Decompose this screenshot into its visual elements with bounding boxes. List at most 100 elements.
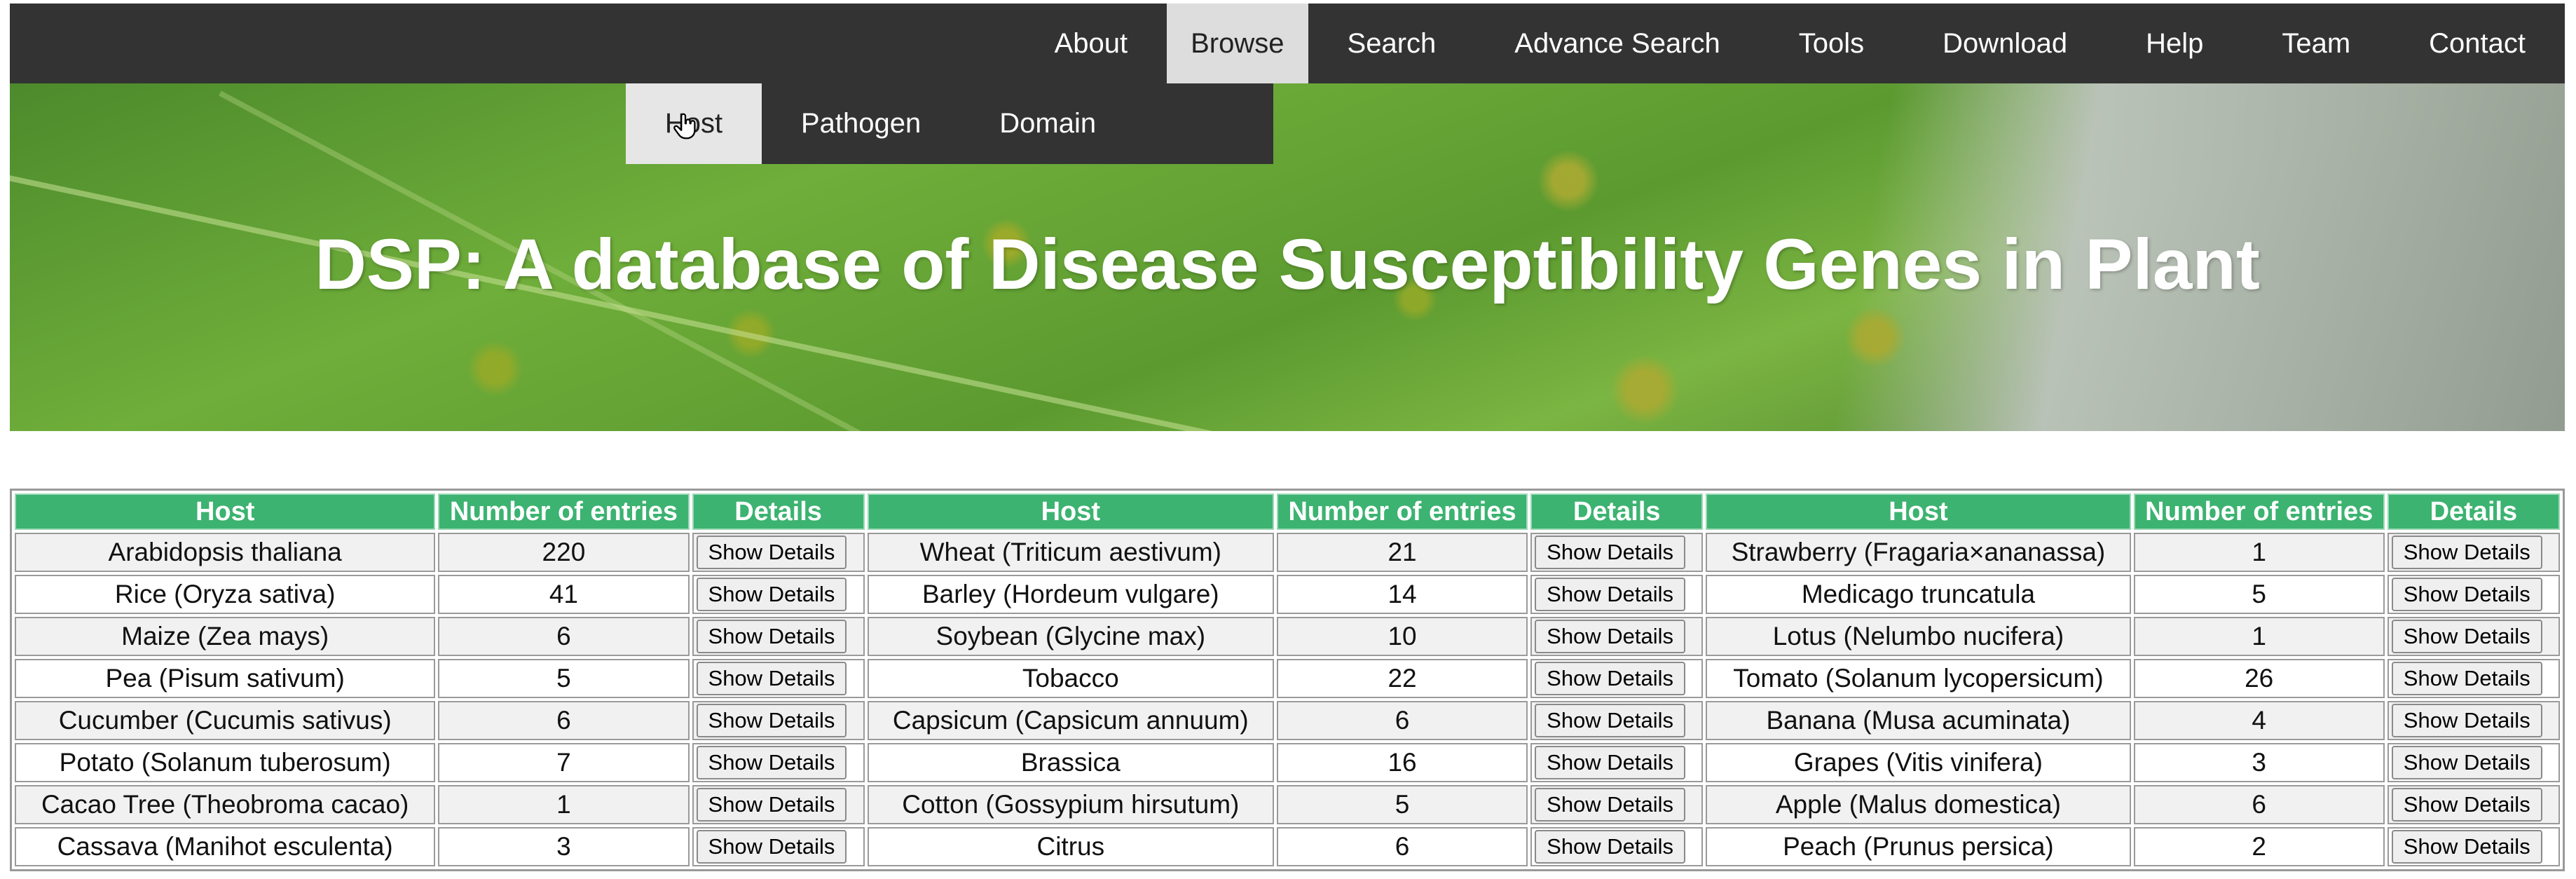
show-details-button[interactable]: Show Details [1535,788,1686,822]
details-cell: Show Details [1530,701,1704,740]
entry-count-cell: 10 [1276,617,1528,656]
table-row: Maize (Zea mays) 6 Show Details Soybean (Gl… [15,617,2560,656]
host-name-cell: Strawberry (Fragaria×ananassa) [1706,533,2131,572]
nav-item-tools[interactable]: Tools [1760,4,1903,83]
details-cell: Show Details [692,701,865,740]
nav-item-browse[interactable]: Browse [1167,4,1308,83]
details-cell: Show Details [1530,743,1704,782]
table-row: Cassava (Manihot esculenta) 3 Show Details… [15,827,2560,866]
entry-count-cell: 22 [1276,659,1528,698]
show-details-button[interactable]: Show Details [696,746,847,779]
show-details-button[interactable]: Show Details [1535,746,1686,779]
entry-count-cell: 6 [438,701,690,740]
show-details-button[interactable]: Show Details [696,620,847,653]
show-details-button[interactable]: Show Details [1535,704,1686,737]
host-name-cell: Potato (Solanum tuberosum) [15,743,436,782]
show-details-button[interactable]: Show Details [1535,620,1686,653]
entry-count-cell: 41 [438,575,690,614]
host-name-cell: Peach (Prunus persica) [1706,827,2131,866]
show-details-button[interactable]: Show Details [2391,620,2542,653]
details-cell: Show Details [692,659,865,698]
show-details-button[interactable]: Show Details [2391,536,2542,569]
show-details-button[interactable]: Show Details [2391,830,2542,864]
table-row: Cucumber (Cucumis sativus) 6 Show Details C… [15,701,2560,740]
host-name-cell: Tobacco [867,659,1274,698]
entry-count-cell: 7 [438,743,690,782]
host-name-cell: Grapes (Vitis vinifera) [1706,743,2131,782]
entry-count-cell: 26 [2133,659,2385,698]
dropdown-item-host[interactable]: Host [626,83,762,164]
entry-count-cell: 6 [438,617,690,656]
show-details-button[interactable]: Show Details [696,788,847,822]
entry-count-cell: 3 [2133,743,2385,782]
nav-item-contact[interactable]: Contact [2390,4,2565,83]
nav-item-help[interactable]: Help [2106,4,2242,83]
nav-item-team[interactable]: Team [2242,4,2390,83]
details-cell: Show Details [2387,659,2560,698]
entry-count-cell: 21 [1276,533,1528,572]
details-cell: Show Details [692,743,865,782]
entry-count-cell: 4 [2133,701,2385,740]
show-details-button[interactable]: Show Details [2391,788,2542,822]
show-details-button[interactable]: Show Details [2391,662,2542,695]
table-body: Arabidopsis thaliana 220 Show Details Wheat… [15,533,2560,866]
column-header-entries: Number of entries [2133,493,2385,530]
nav-item-about[interactable]: About [1015,4,1167,83]
host-name-cell: Cacao Tree (Theobroma cacao) [15,785,436,824]
host-name-cell: Apple (Malus domestica) [1706,785,2131,824]
show-details-button[interactable]: Show Details [2391,578,2542,611]
show-details-button[interactable]: Show Details [1535,662,1686,695]
entry-count-cell: 5 [438,659,690,698]
show-details-button[interactable]: Show Details [696,704,847,737]
entry-count-cell: 6 [1276,701,1528,740]
show-details-button[interactable]: Show Details [696,662,847,695]
hero-banner: DSP: A database of Disease Susceptibilit… [10,83,2565,431]
top-navbar: About Browse Search Advance Search Tools… [10,4,2565,83]
dropdown-item-pathogen[interactable]: Pathogen [762,83,960,164]
show-details-button[interactable]: Show Details [696,536,847,569]
entry-count-cell: 6 [2133,785,2385,824]
column-header-host: Host [1706,493,2131,530]
host-name-cell: Pea (Pisum sativum) [15,659,436,698]
host-name-cell: Barley (Hordeum vulgare) [867,575,1274,614]
details-cell: Show Details [1530,827,1704,866]
show-details-button[interactable]: Show Details [1535,536,1686,569]
table-row: Potato (Solanum tuberosum) 7 Show Details B… [15,743,2560,782]
column-header-host: Host [867,493,1274,530]
column-header-details: Details [1530,493,1704,530]
show-details-button[interactable]: Show Details [2391,704,2542,737]
show-details-button[interactable]: Show Details [2391,746,2542,779]
dropdown-item-domain[interactable]: Domain [960,83,1135,164]
details-cell: Show Details [2387,827,2560,866]
details-cell: Show Details [2387,533,2560,572]
show-details-button[interactable]: Show Details [696,830,847,864]
entry-count-cell: 3 [438,827,690,866]
page-title: DSP: A database of Disease Susceptibilit… [315,224,2260,304]
entry-count-cell: 5 [1276,785,1528,824]
details-cell: Show Details [2387,743,2560,782]
details-cell: Show Details [692,575,865,614]
host-name-cell: Lotus (Nelumbo nucifera) [1706,617,2131,656]
column-header-entries: Number of entries [438,493,690,530]
nav-item-download[interactable]: Download [1903,4,2106,83]
host-name-cell: Wheat (Triticum aestivum) [867,533,1274,572]
details-cell: Show Details [692,533,865,572]
nav-item-search[interactable]: Search [1308,4,1476,83]
host-name-cell: Capsicum (Capsicum annuum) [867,701,1274,740]
host-name-cell: Arabidopsis thaliana [15,533,436,572]
entry-count-cell: 1 [2133,617,2385,656]
details-cell: Show Details [1530,785,1704,824]
details-cell: Show Details [692,827,865,866]
details-cell: Show Details [2387,785,2560,824]
show-details-button[interactable]: Show Details [696,578,847,611]
entry-count-cell: 14 [1276,575,1528,614]
details-cell: Show Details [2387,701,2560,740]
entry-count-cell: 220 [438,533,690,572]
nav-item-advance-search[interactable]: Advance Search [1475,4,1760,83]
host-name-cell: Tomato (Solanum lycopersicum) [1706,659,2131,698]
details-cell: Show Details [1530,617,1704,656]
show-details-button[interactable]: Show Details [1535,830,1686,864]
details-cell: Show Details [692,785,865,824]
show-details-button[interactable]: Show Details [1535,578,1686,611]
host-name-cell: Rice (Oryza sativa) [15,575,436,614]
